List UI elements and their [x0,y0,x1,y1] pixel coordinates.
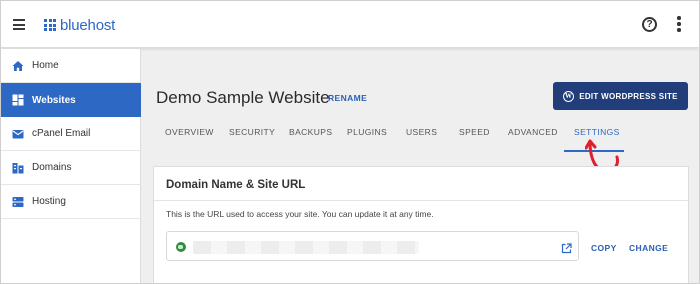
sidebar-item-home[interactable]: Home [1,49,141,83]
top-bar: bluehost ? [1,1,699,48]
sidebar-item-label: cPanel Email [32,128,91,139]
copy-button[interactable]: COPY [591,243,617,253]
divider [154,200,688,201]
tab-overview[interactable]: OVERVIEW [165,127,214,153]
tab-backups[interactable]: BACKUPS [289,127,332,153]
tab-security[interactable]: SECURITY [229,127,275,153]
sidebar: Home Websites cPanel Email Domains Hosti… [1,49,141,283]
sidebar-item-hosting[interactable]: Hosting [1,185,141,219]
rename-button[interactable]: RENAME [328,93,367,103]
server-icon [12,196,24,208]
tab-speed[interactable]: SPEED [459,127,490,153]
globe-icon [176,242,186,252]
logo-grid-icon [44,19,56,31]
edit-wordpress-site-label: EDIT WORDPRESS SITE [579,91,678,101]
redacted-url [193,241,419,254]
card-description: This is the URL used to access your site… [166,209,434,219]
wordpress-icon: W [563,90,575,102]
help-icon[interactable]: ? [642,17,657,32]
logo-text: bluehost [60,16,116,34]
tab-advanced[interactable]: ADVANCED [508,127,558,153]
main-content: Demo Sample Website RENAME W EDIT WORDPR… [142,49,699,283]
sidebar-item-label: Hosting [32,196,66,207]
sidebar-item-label: Home [32,60,59,71]
app-window: bluehost ? Home Websites cPanel Email Do… [0,0,700,284]
change-button[interactable]: CHANGE [629,243,668,253]
more-vertical-icon[interactable] [677,16,681,32]
site-url-field[interactable] [166,231,579,261]
menu-icon[interactable] [13,19,25,30]
sidebar-item-cpanel-email[interactable]: cPanel Email [1,117,141,151]
bluehost-logo[interactable]: bluehost [44,16,115,34]
mail-icon [12,128,24,140]
edit-wordpress-site-button[interactable]: W EDIT WORDPRESS SITE [553,82,688,110]
page-title: Demo Sample Website [156,88,330,107]
sidebar-item-label: Websites [32,94,76,106]
external-link-icon[interactable] [561,241,572,254]
card-title: Domain Name & Site URL [166,179,306,191]
tab-users[interactable]: USERS [406,127,437,153]
dashboard-icon [12,94,24,106]
domains-icon [12,162,24,174]
sidebar-item-domains[interactable]: Domains [1,151,141,185]
home-icon [12,60,24,72]
sidebar-item-websites[interactable]: Websites [1,83,141,117]
sidebar-item-label: Domains [32,162,72,173]
tab-plugins[interactable]: PLUGINS [347,127,387,153]
domain-settings-card: Domain Name & Site URL This is the URL u… [153,166,689,283]
